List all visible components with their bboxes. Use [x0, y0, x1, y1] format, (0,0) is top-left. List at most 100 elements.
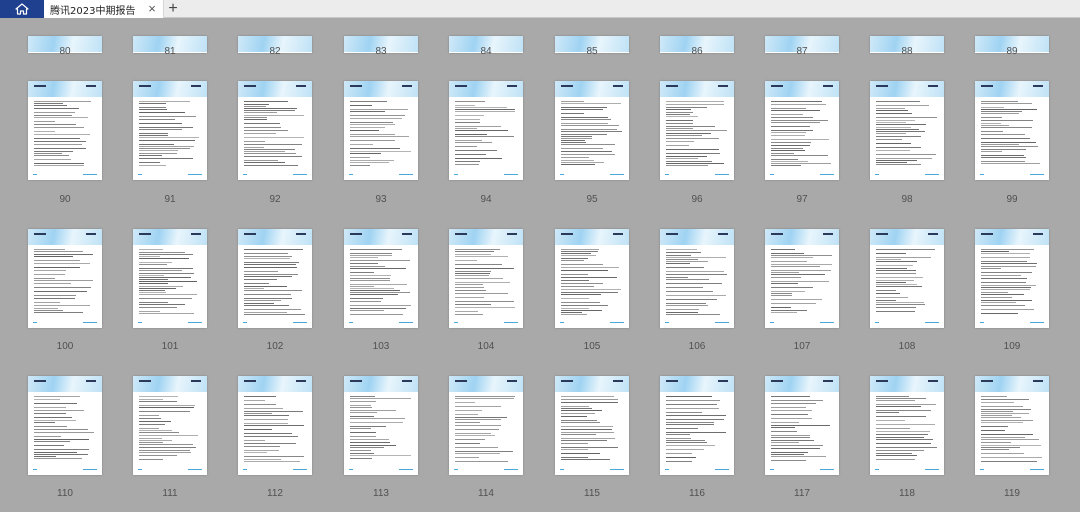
page-thumbnail[interactable]	[975, 81, 1049, 180]
page-thumbnail[interactable]	[555, 376, 629, 475]
page-thumbnail[interactable]	[28, 81, 102, 180]
page-thumbnail[interactable]	[133, 376, 207, 475]
text-line	[139, 112, 185, 113]
text-line	[350, 263, 378, 264]
page-thumbnail[interactable]	[238, 81, 312, 180]
text-line	[876, 300, 896, 301]
page-header-mark	[244, 85, 256, 87]
text-line	[34, 148, 86, 149]
text-line	[244, 137, 304, 138]
text-line	[34, 112, 75, 113]
tab-document[interactable]: 腾讯2023中期报告 ×	[44, 0, 164, 18]
text-line	[981, 294, 1024, 295]
text-line	[771, 108, 806, 109]
page-thumbnail[interactable]	[660, 229, 734, 328]
text-line	[455, 425, 501, 426]
text-line	[34, 308, 58, 309]
text-line	[981, 282, 1026, 283]
text-line	[139, 162, 160, 163]
text-line	[561, 270, 608, 271]
text-line	[981, 117, 1002, 118]
text-line	[561, 148, 603, 149]
text-line	[981, 402, 1014, 403]
page-thumbnail[interactable]	[660, 81, 734, 180]
page-footer-mark	[33, 174, 37, 175]
text-line	[981, 422, 1023, 423]
page-thumbnail[interactable]	[765, 229, 839, 328]
page-footer-mark	[399, 469, 413, 470]
text-line	[981, 439, 1039, 440]
text-line	[666, 449, 704, 450]
text-line	[139, 137, 199, 138]
close-tab-button[interactable]: ×	[145, 1, 159, 16]
text-line	[561, 312, 582, 313]
page-header-mark	[771, 233, 783, 235]
home-button[interactable]	[0, 0, 44, 18]
page-thumbnail[interactable]	[449, 229, 523, 328]
text-line	[666, 428, 698, 429]
text-line	[561, 310, 602, 311]
text-line	[876, 447, 937, 448]
text-line	[876, 105, 929, 106]
page-header-band	[660, 376, 734, 392]
page-thumbnail[interactable]	[765, 81, 839, 180]
page-footer-mark	[83, 174, 97, 175]
new-tab-button[interactable]: +	[165, 0, 181, 18]
page-thumbnail[interactable]	[238, 376, 312, 475]
text-line	[981, 111, 1022, 112]
page-thumbnail[interactable]	[870, 81, 944, 180]
page-thumbnail[interactable]	[449, 376, 523, 475]
page-thumbnail[interactable]	[344, 229, 418, 328]
page-header-band	[344, 376, 418, 392]
page-thumbnail[interactable]	[344, 376, 418, 475]
text-line	[455, 126, 501, 127]
page-thumbnail[interactable]	[975, 376, 1049, 475]
page-thumbnail[interactable]	[28, 376, 102, 475]
text-line	[561, 134, 607, 135]
text-line	[771, 148, 803, 149]
text-line	[350, 426, 386, 427]
text-line	[350, 280, 390, 281]
text-line	[666, 396, 712, 397]
text-line	[876, 147, 921, 148]
text-line	[139, 119, 175, 120]
text-line	[139, 428, 159, 429]
page-thumbnail[interactable]	[870, 376, 944, 475]
text-line	[34, 278, 55, 279]
text-line	[139, 415, 159, 416]
text-line	[350, 398, 411, 399]
text-line	[34, 456, 56, 457]
text-line	[244, 303, 274, 304]
page-footer-mark	[560, 322, 564, 323]
text-line	[666, 123, 693, 124]
page-thumbnail[interactable]	[238, 229, 312, 328]
page-number-label: 88	[901, 46, 913, 57]
page-thumbnail[interactable]	[449, 81, 523, 180]
text-line	[139, 275, 164, 276]
text-line	[771, 425, 830, 426]
page-footer-mark	[349, 322, 353, 323]
page-thumbnail[interactable]	[975, 229, 1049, 328]
page-thumbnail[interactable]	[28, 229, 102, 328]
page-footer-mark	[770, 174, 774, 175]
text-line	[350, 255, 392, 256]
text-line	[876, 268, 907, 269]
text-line	[561, 107, 607, 108]
page-thumbnail[interactable]	[133, 81, 207, 180]
text-line	[139, 146, 194, 147]
text-line	[244, 165, 298, 166]
text-line	[139, 107, 166, 108]
page-thumbnail[interactable]	[555, 81, 629, 180]
page-thumbnail[interactable]	[344, 81, 418, 180]
text-line	[561, 151, 612, 152]
page-footer-mark	[820, 174, 834, 175]
page-thumbnail[interactable]	[870, 229, 944, 328]
text-line	[981, 289, 1030, 290]
text-line	[981, 413, 1029, 414]
page-thumbnail[interactable]	[765, 376, 839, 475]
page-thumbnail[interactable]	[133, 229, 207, 328]
text-line	[139, 252, 185, 253]
text-line	[244, 452, 267, 453]
page-thumbnail[interactable]	[660, 376, 734, 475]
page-thumbnail[interactable]	[555, 229, 629, 328]
